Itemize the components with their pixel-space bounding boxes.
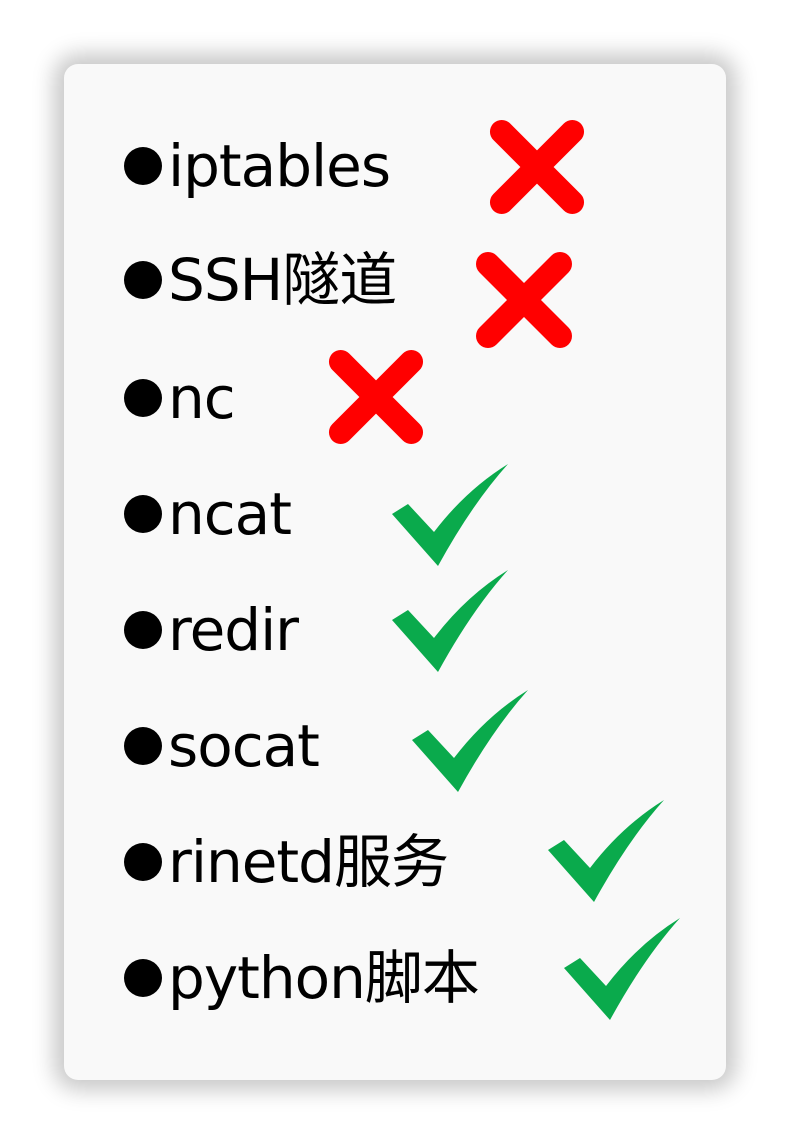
bullet-icon [124, 611, 162, 649]
item-label: nc [168, 364, 236, 432]
cross-icon [474, 250, 574, 350]
list-item-rinetd-service: rinetd服务 [124, 822, 449, 902]
item-label: iptables [168, 132, 391, 200]
check-icon [390, 568, 512, 674]
list-item-redir: redir [124, 590, 299, 670]
list-item-iptables: iptables [124, 126, 391, 206]
list-item-ssh-tunnel: SSH隧道 [124, 240, 397, 320]
list-item-nc: nc [124, 358, 236, 438]
check-icon [390, 462, 512, 568]
bullet-icon [124, 843, 162, 881]
bullet-icon [124, 379, 162, 417]
list-item-python-script: python脚本 [124, 938, 480, 1018]
bullet-icon [124, 147, 162, 185]
check-icon [562, 916, 684, 1022]
cross-icon [488, 118, 586, 216]
cross-icon [326, 348, 426, 446]
item-label: python脚本 [168, 944, 480, 1012]
bullet-icon [124, 261, 162, 299]
item-label: SSH隧道 [168, 246, 397, 314]
item-label: socat [168, 712, 320, 780]
bullet-icon [124, 959, 162, 997]
check-icon [410, 688, 532, 794]
item-label: rinetd服务 [168, 828, 449, 896]
check-icon [546, 798, 668, 904]
list-item-ncat: ncat [124, 474, 292, 554]
list-item-socat: socat [124, 706, 320, 786]
item-label: ncat [168, 480, 292, 548]
bullet-icon [124, 495, 162, 533]
bullet-icon [124, 727, 162, 765]
item-label: redir [168, 596, 299, 664]
